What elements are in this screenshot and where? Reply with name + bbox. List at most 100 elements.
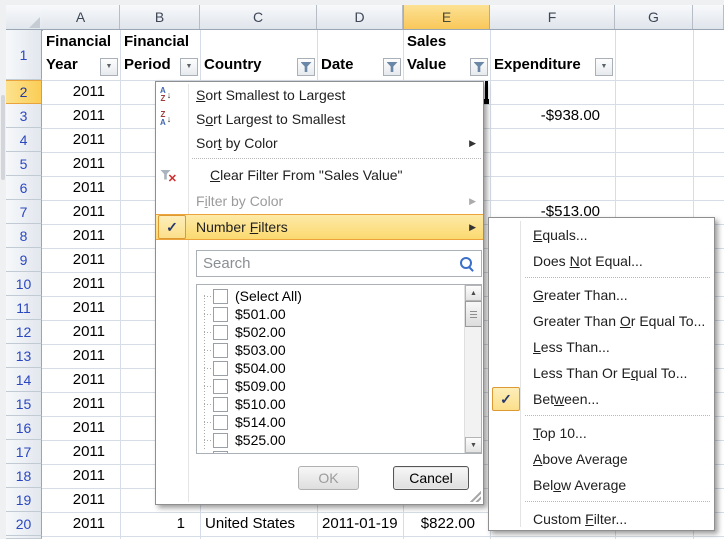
cell-A2[interactable]: 2011: [42, 83, 110, 100]
submenu-item-less-than[interactable]: Less Than...: [489, 334, 714, 360]
list-scrollbar[interactable]: ▲ ▼: [464, 285, 481, 453]
column-header-A[interactable]: A: [42, 5, 120, 30]
select-all-corner[interactable]: [6, 5, 43, 31]
cell-A15[interactable]: 2011: [42, 395, 110, 412]
row-header-5[interactable]: 5: [6, 152, 42, 176]
filter-button-A[interactable]: ▼: [100, 58, 118, 76]
cell-A5[interactable]: 2011: [42, 155, 110, 172]
cell-A20[interactable]: 2011: [42, 515, 110, 532]
filter-button-D[interactable]: [383, 58, 401, 76]
filter-value-item[interactable]: (Select All): [197, 287, 464, 305]
filter-value-item[interactable]: [197, 449, 464, 453]
menu-item-sort-largest-to-smallest[interactable]: ZA↓Sort Largest to Smallest: [156, 107, 483, 131]
value-checkbox[interactable]: [213, 289, 228, 304]
submenu-item-below-average[interactable]: Below Average: [489, 472, 714, 498]
cancel-button[interactable]: Cancel: [393, 466, 469, 490]
search-input[interactable]: [197, 255, 459, 272]
filter-value-item[interactable]: $501.00: [197, 305, 464, 323]
filter-value-item[interactable]: $510.00: [197, 395, 464, 413]
active-cell-fill-handle[interactable]: [484, 99, 489, 104]
row-header-3[interactable]: 3: [6, 104, 42, 128]
row-header-8[interactable]: 8: [6, 224, 42, 248]
filter-button-B[interactable]: ▼: [180, 58, 198, 76]
value-checkbox[interactable]: [213, 451, 228, 454]
cell-A18[interactable]: 2011: [42, 467, 110, 484]
cell-A10[interactable]: 2011: [42, 275, 110, 292]
cell-A19[interactable]: 2011: [42, 491, 110, 508]
menu-item-sort-by-color[interactable]: Sort by Color▶: [156, 131, 483, 155]
filter-button-E[interactable]: [470, 58, 488, 76]
submenu-item-greater-than-or-equal-to[interactable]: Greater Than Or Equal To...: [489, 308, 714, 334]
filter-value-item[interactable]: $504.00: [197, 359, 464, 377]
cell-B20[interactable]: 1: [120, 515, 190, 532]
filter-value-item[interactable]: $503.00: [197, 341, 464, 359]
submenu-item-equals[interactable]: Equals...: [489, 222, 714, 248]
row-header-18[interactable]: 18: [6, 464, 42, 488]
cell-A14[interactable]: 2011: [42, 371, 110, 388]
cell-A16[interactable]: 2011: [42, 419, 110, 436]
cell-A4[interactable]: 2011: [42, 131, 110, 148]
row-header-10[interactable]: 10: [6, 272, 42, 296]
value-checkbox[interactable]: [213, 397, 228, 412]
cell-E20[interactable]: $822.00: [403, 515, 480, 532]
row-header-15[interactable]: 15: [6, 392, 42, 416]
cell-F3[interactable]: -$938.00: [490, 107, 605, 124]
value-checkbox[interactable]: [213, 307, 228, 322]
cell-A8[interactable]: 2011: [42, 227, 110, 244]
submenu-item-custom-filter[interactable]: Custom Filter...: [489, 506, 714, 532]
row-header-13[interactable]: 13: [6, 344, 42, 368]
value-checkbox[interactable]: [213, 343, 228, 358]
cell-A9[interactable]: 2011: [42, 251, 110, 268]
submenu-item-does-not-equal[interactable]: Does Not Equal...: [489, 248, 714, 274]
row-header-14[interactable]: 14: [6, 368, 42, 392]
cell-A3[interactable]: 2011: [42, 107, 110, 124]
column-header-E[interactable]: E: [403, 5, 490, 30]
column-header-partial[interactable]: [693, 5, 724, 30]
row-header-2[interactable]: 2: [6, 80, 42, 104]
value-checkbox[interactable]: [213, 325, 228, 340]
row-header-9[interactable]: 9: [6, 248, 42, 272]
cell-A17[interactable]: 2011: [42, 443, 110, 460]
row-header-11[interactable]: 11: [6, 296, 42, 320]
row-header-7[interactable]: 7: [6, 200, 42, 224]
row-header-4[interactable]: 4: [6, 128, 42, 152]
value-checkbox[interactable]: [213, 433, 228, 448]
filter-value-item[interactable]: $502.00: [197, 323, 464, 341]
menu-item-sort-smallest-to-largest[interactable]: AZ↓Sort Smallest to Largest: [156, 83, 483, 107]
value-checkbox[interactable]: [213, 379, 228, 394]
scroll-up-button[interactable]: ▲: [465, 285, 482, 301]
resize-grip[interactable]: [469, 490, 481, 502]
cell-C20[interactable]: United States: [200, 515, 307, 532]
submenu-item-greater-than[interactable]: Greater Than...: [489, 282, 714, 308]
submenu-item-less-than-or-equal-to[interactable]: Less Than Or Equal To...: [489, 360, 714, 386]
row-header-20[interactable]: 20: [6, 512, 42, 536]
left-scroll-thumb[interactable]: [1, 95, 5, 180]
cell-D20[interactable]: 2011-01-19: [317, 515, 393, 532]
value-checkbox[interactable]: [213, 361, 228, 376]
ok-button[interactable]: OK: [298, 466, 359, 490]
row-header-17[interactable]: 17: [6, 440, 42, 464]
search-icon[interactable]: [459, 256, 475, 272]
submenu-item-between[interactable]: ✓Between...: [489, 386, 714, 412]
column-header-B[interactable]: B: [120, 5, 200, 30]
scroll-thumb[interactable]: [465, 301, 482, 327]
row-header-19[interactable]: 19: [6, 488, 42, 512]
column-header-D[interactable]: D: [317, 5, 403, 30]
filter-button-F[interactable]: ▼: [595, 58, 613, 76]
row-header-12[interactable]: 12: [6, 320, 42, 344]
cell-A6[interactable]: 2011: [42, 179, 110, 196]
submenu-item-above-average[interactable]: Above Average: [489, 446, 714, 472]
scroll-down-button[interactable]: ▼: [465, 437, 482, 453]
column-header-C[interactable]: C: [200, 5, 317, 30]
cell-A13[interactable]: 2011: [42, 347, 110, 364]
filter-value-item[interactable]: $509.00: [197, 377, 464, 395]
row-header-16[interactable]: 16: [6, 416, 42, 440]
filter-value-item[interactable]: $514.00: [197, 413, 464, 431]
submenu-item-top-10[interactable]: Top 10...: [489, 420, 714, 446]
column-header-G[interactable]: G: [615, 5, 693, 30]
filter-button-C[interactable]: [297, 58, 315, 76]
cell-A12[interactable]: 2011: [42, 323, 110, 340]
menu-item-clear-filter[interactable]: ✕Clear Filter From "Sales Value": [156, 162, 483, 188]
row-header-1[interactable]: 1: [6, 30, 42, 80]
column-header-F[interactable]: F: [490, 5, 615, 30]
